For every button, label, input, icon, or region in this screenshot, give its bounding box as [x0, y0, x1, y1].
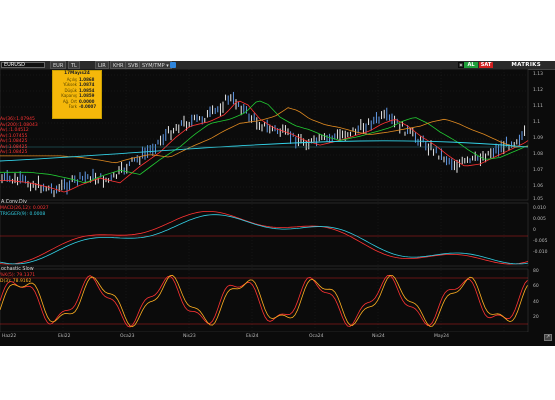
- stoch-tick: 60: [533, 284, 539, 289]
- price-tick: 1.13: [533, 72, 544, 77]
- macd-panel-title: A.Conv.Div: [1, 200, 27, 205]
- price-tick: 1.08: [533, 152, 544, 157]
- stochastic-panel-title: ochastic Slow: [1, 267, 34, 272]
- price-tick: 1.05: [533, 197, 544, 202]
- time-tick: Haz22: [2, 334, 17, 339]
- sell-button[interactable]: SAT: [479, 62, 493, 68]
- time-tick: May24: [434, 334, 450, 339]
- currency-tl-button[interactable]: TL: [68, 61, 80, 69]
- macd-legend: MACD(26,12): 0.0027 TRIGGER(9): 0.0008: [0, 206, 49, 217]
- brand-logo: MATRIKS: [511, 62, 541, 68]
- time-tick: Oca24: [309, 334, 324, 339]
- currency-eur-button[interactable]: EUR: [50, 61, 67, 69]
- stochastic-panel: [0, 268, 529, 332]
- twitter-icon[interactable]: [170, 62, 176, 68]
- macd-panel: [0, 202, 529, 267]
- price-tick: 1.11: [533, 104, 544, 109]
- price-legend: Av(36):1.07945 Av(200):1.08043 Av(.:1.04…: [0, 117, 38, 155]
- ohlc-tooltip: 17Mayıs24 Açılış 1.0868 Yüksek 1.0874 Düşü…: [52, 70, 102, 119]
- time-tick: Eki24: [246, 334, 259, 339]
- price-tick: 1.1: [533, 120, 541, 125]
- time-tick: Oca23: [120, 334, 135, 339]
- time-tick: Nis23: [183, 334, 196, 339]
- macd-tick: 0.010: [533, 206, 546, 211]
- currency-lir-button[interactable]: LIR: [95, 61, 109, 69]
- symbol-input[interactable]: EURUSD: [1, 62, 45, 68]
- macd-tick: -0.010: [533, 250, 548, 255]
- macd-tick: 0.005: [533, 217, 546, 222]
- price-tick: 1.07: [533, 168, 544, 173]
- tooltip-row: Fark -0.0007: [68, 104, 97, 110]
- stoch-tick: 20: [533, 315, 539, 320]
- time-tick: Nis24: [372, 334, 385, 339]
- expand-icon[interactable]: ↗: [544, 334, 552, 341]
- price-tick: 1.12: [533, 88, 544, 93]
- trading-app-window: EURUSD EUR TL LIR KHR SVB SYM/TMP ▾ ▣ AL…: [0, 61, 555, 346]
- stoch-tick: 40: [533, 300, 539, 305]
- stochastic-legend: %K(5): 79.1371 D(3): 78.9162: [0, 273, 36, 284]
- time-tick: Eki22: [58, 334, 71, 339]
- price-tick: 1.06: [533, 184, 544, 189]
- macd-tick: -0.005: [533, 239, 548, 244]
- sym-tmp-dropdown[interactable]: SYM/TMP ▾: [139, 61, 172, 69]
- time-axis: Haz22 Eki22 Oca23 Nis23 Eki24 Oca24 Nis2…: [0, 332, 528, 344]
- buy-button[interactable]: AL: [464, 62, 478, 68]
- macd-tick: 0: [533, 228, 536, 233]
- stoch-tick: 80: [533, 269, 539, 274]
- price-tick: 1.09: [533, 136, 544, 141]
